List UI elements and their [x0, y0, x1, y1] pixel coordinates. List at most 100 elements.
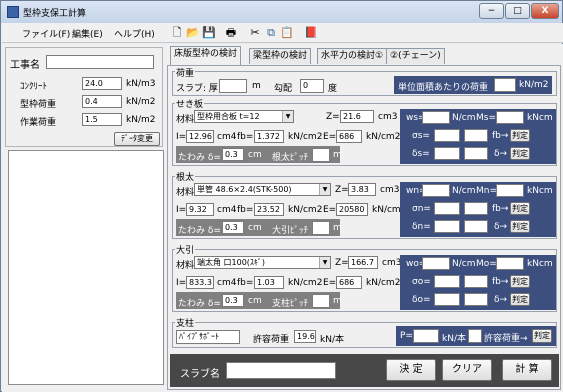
beam-pitch-unit: m [333, 296, 342, 306]
paste-icon[interactable]: 📋 [280, 26, 294, 40]
support-judge-button[interactable]: 判定 [532, 329, 552, 343]
sheathing-material-select[interactable]: 型枠用合板 t=12 ▼ [194, 110, 294, 123]
job-name-input[interactable] [46, 55, 154, 69]
beam-m-output [496, 257, 524, 270]
app-icon [7, 6, 19, 18]
sheathing-delta-judge-button[interactable]: 判定 [510, 147, 530, 160]
data-change-button[interactable]: ﾃﾞｰﾀ変更 [114, 132, 160, 146]
beam-delta-allow-output [464, 293, 488, 306]
joist-z-label: Z= [335, 185, 349, 195]
menu-edit[interactable]: 編集(E) [72, 27, 103, 40]
copy-icon[interactable]: ⧉ [264, 26, 278, 40]
concrete-label: ｺﾝｸﾘｰﾄ [20, 82, 48, 92]
formwork-load-input[interactable]: 0.4 [82, 95, 122, 108]
sheathing-i-unit: cm4 [217, 132, 237, 142]
client-area: 工事名 ｺﾝｸﾘｰﾄ 24.0 kN/m3 型枠荷重 0.4 kN/m2 作業荷… [2, 44, 563, 392]
joist-z-input[interactable]: 3.83 [348, 183, 376, 196]
decide-button[interactable]: 決 定 [386, 359, 436, 381]
sheathing-deflection-unit: cm [248, 150, 262, 160]
joist-delta-judge-button[interactable]: 判定 [510, 220, 530, 233]
joist-deflection-label: たわみ δ= [178, 226, 221, 236]
tab-slab-formwork[interactable]: 床版型枠の検討 [170, 46, 242, 65]
support-allow-unit: kN/本 [320, 335, 344, 345]
bottom-bar: スラブ名 決 定 クリア 計 算 [170, 354, 559, 387]
minimize-button[interactable]: − [479, 3, 504, 19]
tab-horizontal-force-1[interactable]: 水平力の検討① [317, 48, 388, 64]
print-icon[interactable]: 🖶 [224, 26, 238, 40]
close-button[interactable]: X [531, 3, 559, 19]
sheathing-material-value: 型枠用合板 t=12 [197, 112, 260, 121]
joist-title: 根太 [175, 170, 196, 183]
maximize-button[interactable]: □ [505, 3, 530, 19]
sheathing-m-label: Ms= [476, 113, 496, 123]
sheathing-fb-output [464, 129, 488, 142]
cut-icon[interactable]: ✂ [248, 26, 262, 40]
slope-input[interactable]: 0 [300, 79, 324, 93]
slab-thickness-unit: m [252, 81, 261, 91]
beam-e-input[interactable]: 686 [336, 276, 362, 289]
sheathing-pitch-input[interactable] [312, 148, 330, 162]
joist-results-box: wn= N/cm Mn= kNcm σn= fb→ 判定 δn= δ→ 判定 [400, 182, 556, 237]
joist-material-select[interactable]: 単管 48.6×2.4(STK-500) ▼ [194, 183, 331, 196]
menu-file[interactable]: ファイル(F) [22, 27, 70, 40]
beam-m-label: Mo= [476, 259, 497, 269]
slab-thickness-input[interactable] [219, 79, 247, 93]
new-file-icon[interactable]: 🗋 [170, 26, 184, 40]
joist-delta-arrow: δ→ [494, 222, 508, 232]
joist-i-input[interactable]: 9.32 [186, 203, 214, 216]
sheathing-i-input[interactable]: 12.96 [186, 130, 214, 143]
beam-delta-output [434, 293, 460, 306]
beam-pitch-input[interactable] [312, 294, 330, 308]
window-title: 型枠支保工計算 [23, 9, 87, 19]
concrete-input[interactable]: 24.0 [82, 77, 122, 90]
support-type-field[interactable]: ﾊﾟｲﾌﾟｻﾎﾟｰﾄ [176, 330, 240, 344]
sheathing-fb-input[interactable]: 1.372 [254, 130, 284, 143]
support-allow-input[interactable]: 19.6 [294, 330, 316, 343]
beam-deflection-input[interactable]: 0.3 [222, 294, 244, 307]
support-allow-label: 許容荷重 [253, 335, 290, 345]
chevron-down-icon: ▼ [282, 111, 293, 122]
joist-fb-input[interactable]: 23.52 [254, 203, 284, 216]
sheathing-fb-judge-button[interactable]: 判定 [510, 129, 530, 142]
load-title: 荷重 [175, 66, 196, 79]
beam-fb-judge-button[interactable]: 判定 [510, 275, 530, 288]
tab-horizontal-force-2[interactable]: ②(チェーン) [386, 48, 445, 64]
beam-z-label: Z= [335, 258, 349, 268]
menu-help[interactable]: ヘルプ(H) [114, 27, 155, 40]
unit-load-output [494, 78, 516, 92]
beam-delta-judge-button[interactable]: 判定 [510, 293, 530, 306]
joist-i-label: I= [176, 205, 187, 215]
beam-sigma-output [434, 275, 460, 288]
clear-button[interactable]: クリア [442, 359, 492, 381]
sheathing-deflection-input[interactable]: 0.3 [222, 148, 244, 161]
sheathing-w-unit: N/cm [452, 113, 476, 123]
sheathing-sigma-label: σs= [412, 131, 430, 141]
joist-deflection-unit: cm [248, 223, 262, 233]
work-load-unit: kN/m2 [126, 115, 156, 125]
sheathing-pitch-label: 根太ﾋﾟｯﾁ [272, 153, 309, 163]
book-icon[interactable]: 📕 [304, 26, 318, 40]
slab-name-input[interactable] [226, 362, 336, 379]
joist-sigma-label: σn= [412, 204, 431, 214]
save-icon[interactable]: 💾 [202, 26, 216, 40]
joist-deflection-input[interactable]: 0.3 [222, 221, 244, 234]
open-folder-icon[interactable]: 📂 [186, 26, 200, 40]
slab-list[interactable] [8, 150, 164, 385]
beam-fb-input[interactable]: 1.03 [254, 276, 284, 289]
joist-pitch-label: 大引ﾋﾟｯﾁ [272, 226, 309, 236]
joist-fb-judge-button[interactable]: 判定 [510, 202, 530, 215]
calc-button[interactable]: 計 算 [502, 359, 552, 381]
beam-z-input[interactable]: 166.7 [348, 256, 378, 269]
beam-i-input[interactable]: 833.3 [186, 276, 214, 289]
tab-beam-formwork[interactable]: 梁型枠の検討 [249, 48, 312, 64]
joist-w-unit: N/cm [452, 186, 476, 196]
joist-e-input[interactable]: 20580 [336, 203, 368, 216]
work-load-input[interactable]: 1.5 [82, 113, 122, 126]
sheathing-e-label: E= [323, 132, 337, 142]
sheathing-w-output [422, 111, 450, 124]
sheathing-e-input[interactable]: 686 [336, 130, 362, 143]
beam-material-value: 端太角 口100(ｽｷﾞ) [197, 258, 266, 267]
beam-material-select[interactable]: 端太角 口100(ｽｷﾞ) ▼ [194, 256, 331, 269]
joist-pitch-input[interactable] [312, 221, 330, 235]
sheathing-z-input[interactable]: 21.6 [340, 110, 374, 123]
